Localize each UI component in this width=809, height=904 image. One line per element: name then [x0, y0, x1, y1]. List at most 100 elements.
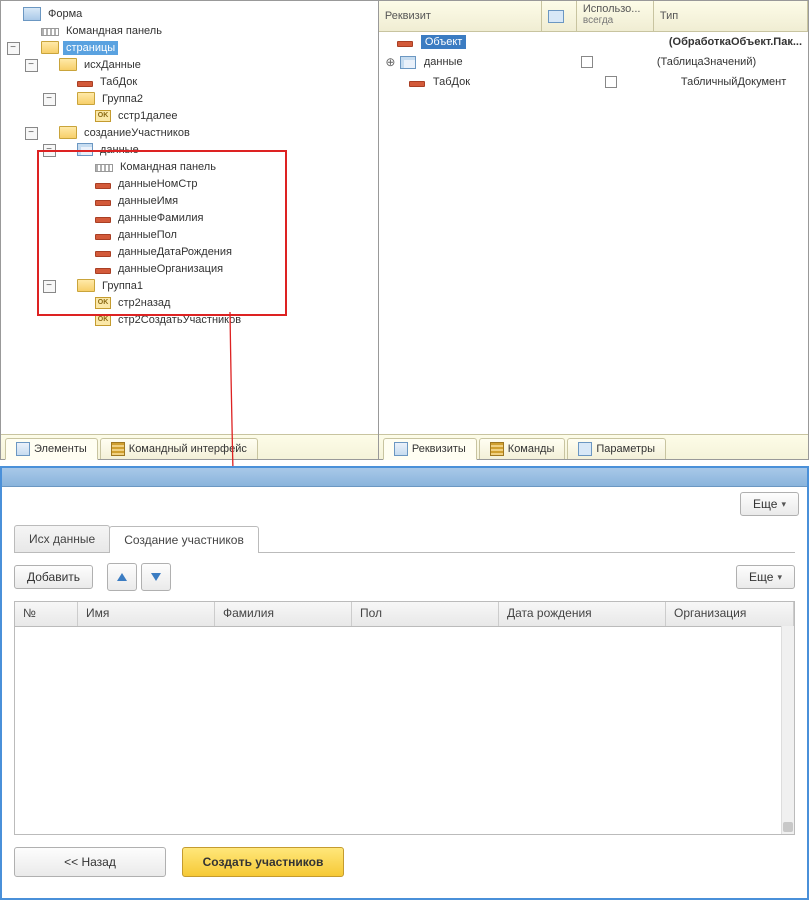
tab-label: Элементы	[34, 443, 87, 455]
col-surname[interactable]: Фамилия	[215, 602, 352, 626]
collapse-icon[interactable]	[25, 59, 38, 72]
col-icon-use[interactable]	[542, 1, 577, 31]
tree-row[interactable]: Командная панель	[1, 158, 378, 175]
tab-elements[interactable]: Элементы	[5, 438, 98, 460]
command-panel-icon	[95, 164, 113, 172]
tree-label: стр2СоздатьУчастников	[115, 313, 244, 327]
tab-requisites[interactable]: Реквизиты	[383, 438, 477, 460]
arrow-up-icon	[117, 573, 127, 581]
tree-row[interactable]: данныеИмя	[1, 192, 378, 209]
tree-row[interactable]: страницы	[1, 39, 378, 56]
grid-body[interactable]	[15, 627, 794, 833]
tree-label: Командная панель	[117, 160, 219, 174]
tab-command-interface[interactable]: Командный интерфейс	[100, 438, 258, 459]
col-sex[interactable]: Пол	[352, 602, 499, 626]
tree-label-selected: страницы	[63, 41, 118, 55]
more-button-top[interactable]: Еще▾	[740, 492, 799, 516]
tree-row[interactable]: созданиеУчастников	[1, 124, 378, 141]
tree-label: исхДанные	[81, 58, 144, 72]
cell-type: (ТаблицаЗначений)	[651, 56, 808, 68]
col-num[interactable]: №	[15, 602, 78, 626]
grid-row-data[interactable]: ⊕данные (ТаблицаЗначений)	[379, 52, 808, 72]
attributes-grid[interactable]: Объект (ОбработкаОбъект.Пак... ⊕данные (…	[379, 32, 808, 434]
stack-icon	[394, 442, 408, 456]
command-panel-icon	[41, 28, 59, 36]
col-requisite[interactable]: Реквизит	[379, 1, 542, 31]
tree-row[interactable]: Командная панель	[1, 22, 378, 39]
tree-label: данныеФамилия	[115, 211, 206, 225]
form-icon	[23, 7, 41, 21]
blue-box-icon	[578, 442, 592, 456]
tab-source-data[interactable]: Исх данные	[14, 525, 110, 552]
tab-parameters[interactable]: Параметры	[567, 438, 666, 459]
field-icon	[95, 251, 111, 257]
col-type[interactable]: Тип	[654, 1, 808, 31]
create-participants-button[interactable]: Создать участников	[182, 847, 344, 877]
checkbox[interactable]	[605, 76, 617, 88]
list-icon	[111, 442, 125, 456]
tree-row[interactable]: данные	[1, 141, 378, 158]
more-button-toolbar[interactable]: Еще▾	[736, 565, 795, 589]
col-org[interactable]: Организация	[666, 602, 794, 626]
tree-row[interactable]: данныеДатаРождения	[1, 243, 378, 260]
collapse-icon[interactable]	[43, 93, 56, 106]
col-use-always[interactable]: Использо...всегда	[577, 1, 654, 31]
grid-header: № Имя Фамилия Пол Дата рождения Организа…	[15, 602, 794, 627]
tree-label: Группа1	[99, 279, 146, 293]
grid-row-object[interactable]: Объект (ОбработкаОбъект.Пак...	[379, 32, 808, 52]
field-icon	[95, 183, 111, 189]
move-up-button[interactable]	[107, 563, 137, 591]
folder-icon	[59, 58, 77, 71]
tree-label: созданиеУчастников	[81, 126, 193, 140]
back-button[interactable]: << Назад	[14, 847, 166, 877]
tree-label: стр2назад	[115, 296, 173, 310]
tree-label: Командная панель	[63, 24, 165, 38]
tree-row[interactable]: Форма	[1, 5, 378, 22]
move-down-button[interactable]	[141, 563, 171, 591]
scrollbar-vertical[interactable]	[781, 626, 794, 834]
tree-row[interactable]: OKстр2назад	[1, 294, 378, 311]
col-birth[interactable]: Дата рождения	[499, 602, 666, 626]
form-elements-tree[interactable]: Форма Командная панель страницы исхДанны…	[1, 1, 378, 434]
tree-row[interactable]: данныеФамилия	[1, 209, 378, 226]
preview-titlebar	[2, 468, 807, 487]
tree-label: данныеОрганизация	[115, 262, 226, 276]
data-grid[interactable]: № Имя Фамилия Пол Дата рождения Организа…	[14, 601, 795, 835]
add-button[interactable]: Добавить	[14, 565, 93, 589]
tree-row[interactable]: OKстр2СоздатьУчастников	[1, 311, 378, 328]
tree-row[interactable]: ТабДок	[1, 73, 378, 90]
tab-create-participants[interactable]: Создание участников	[109, 526, 259, 553]
tab-label: Команды	[508, 443, 555, 455]
tree-label: ТабДок	[97, 75, 140, 89]
cell-requisite: Объект	[421, 35, 466, 49]
tree-row[interactable]: Группа2	[1, 90, 378, 107]
collapse-icon[interactable]	[43, 144, 56, 157]
tree-row[interactable]: OKсстр1далее	[1, 107, 378, 124]
tab-commands[interactable]: Команды	[479, 438, 566, 459]
checkbox[interactable]	[581, 56, 593, 68]
folder-icon	[77, 92, 95, 105]
tree-label: данныеИмя	[115, 194, 181, 208]
col-name[interactable]: Имя	[78, 602, 215, 626]
collapse-icon[interactable]	[43, 280, 56, 293]
table-icon	[77, 143, 93, 156]
tree-row[interactable]: данныеОрганизация	[1, 260, 378, 277]
field-icon	[95, 200, 111, 206]
tree-row[interactable]: Группа1	[1, 277, 378, 294]
tab-label: Параметры	[596, 443, 655, 455]
folder-icon	[59, 126, 77, 139]
expand-icon[interactable]: ⊕	[385, 57, 396, 68]
tree-row[interactable]: исхДанные	[1, 56, 378, 73]
scrollbar-thumb[interactable]	[783, 822, 793, 832]
tree-row[interactable]: данныеНомСтр	[1, 175, 378, 192]
tree-label: данныеДатаРождения	[115, 245, 235, 259]
collapse-icon[interactable]	[25, 127, 38, 140]
tree-label: данныеПол	[115, 228, 180, 242]
table-icon	[400, 56, 416, 69]
cell-type: (ОбработкаОбъект.Пак...	[663, 36, 808, 48]
tree-row[interactable]: данныеПол	[1, 226, 378, 243]
button-ok-icon: OK	[95, 110, 111, 122]
collapse-icon[interactable]	[7, 42, 20, 55]
tree-label: данные	[97, 143, 142, 157]
grid-row-tabdoc[interactable]: ТабДок ТабличныйДокумент	[379, 72, 808, 92]
